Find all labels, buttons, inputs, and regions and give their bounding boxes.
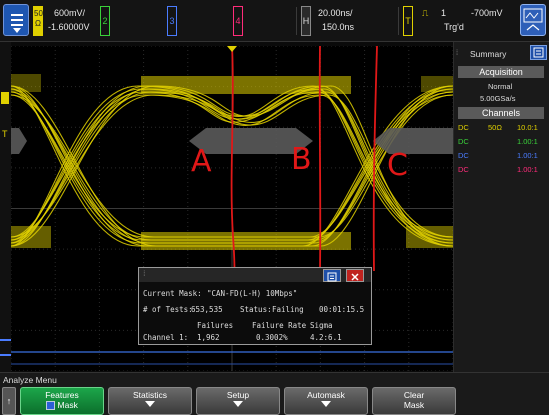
- list-icon: [533, 47, 544, 58]
- trigger-source[interactable]: 1: [441, 8, 446, 18]
- top-status-bar: 50 Ω 600mV/ -1.60000V 2 3 4 H 20.00ns/ 1…: [0, 0, 549, 42]
- mask-region-edge: [11, 128, 27, 154]
- eye-bottom-right-band: [406, 226, 453, 248]
- channel-4-probe-ratio: 1.00:1: [517, 165, 538, 174]
- elapsed-time: 00:01:15.5: [319, 305, 365, 314]
- list-icon: [327, 272, 337, 282]
- trigger-edge-icon: ⎍: [422, 8, 429, 18]
- drag-handle-icon[interactable]: ⁞: [142, 269, 147, 279]
- softkey-features-label: Features: [45, 390, 79, 400]
- dialog-titlebar[interactable]: ⁞: [139, 268, 371, 282]
- channel-row-label: Channel 1:: [143, 333, 189, 342]
- sigma-value: 4.2:6.1: [310, 333, 342, 342]
- channel-1-probe-ratio: 10.0:1: [517, 123, 538, 132]
- drag-handle-icon[interactable]: ⁞: [456, 48, 458, 57]
- acquisition-mode: Normal: [488, 82, 513, 91]
- softkey-features-value: Mask: [57, 400, 78, 410]
- channel-3-coupling: DC: [458, 151, 469, 160]
- submenu-arrow-icon: [145, 401, 155, 407]
- time-scale[interactable]: 20.00ns/: [318, 8, 353, 18]
- current-mask-label: Current Mask:: [143, 289, 202, 298]
- status-value: Failing: [272, 305, 304, 314]
- trigger-indicator[interactable]: T: [403, 6, 413, 36]
- channel-1-scale[interactable]: 600mV/: [54, 8, 85, 18]
- horizontal-indicator[interactable]: H: [301, 6, 311, 36]
- softkey-statistics-label: Statistics: [132, 390, 167, 400]
- acquisition-section-title: Acquisition: [458, 66, 544, 78]
- channel-1-impedance-setting: 50Ω: [488, 123, 502, 132]
- softkey-automask[interactable]: Automask: [284, 387, 368, 415]
- time-delay[interactable]: 150.0ns: [322, 22, 354, 32]
- dialog-close-button[interactable]: [346, 269, 364, 282]
- channels-section-title: Channels: [458, 107, 544, 119]
- softkey-clear-label: Clear: [403, 390, 425, 400]
- softkey-features[interactable]: Features Mask: [20, 387, 104, 415]
- softkey-statistics[interactable]: Statistics: [108, 387, 192, 415]
- trigger-status: Trg'd: [444, 22, 464, 32]
- failure-rate-column-header: Failure Rate: [252, 321, 307, 330]
- sigma-column-header: Sigma: [310, 321, 333, 330]
- failure-rate-value: 0.3002%: [256, 333, 288, 342]
- annotation-label-a: A: [191, 144, 212, 179]
- failures-value: 1,962: [197, 333, 220, 342]
- eye-top-right-band: [421, 76, 453, 92]
- submenu-arrow-icon: [233, 401, 243, 407]
- left-marker-rail: T: [0, 42, 11, 372]
- softkey-setup[interactable]: Setup: [196, 387, 280, 415]
- menu-title: Analyze Menu: [3, 375, 57, 385]
- right-info-panel: ⁞ Summary Acquisition Normal 5.00GSa/s C…: [453, 42, 549, 372]
- back-button[interactable]: ↑: [2, 387, 16, 415]
- channel-1-impedance: 50 Ω: [34, 9, 43, 28]
- tests-label: # of Tests:: [143, 305, 193, 314]
- eye-bottom-left-band: [11, 226, 51, 248]
- channel-3-probe-ratio: 1.00:1: [517, 151, 538, 160]
- channel-4-coupling: DC: [458, 165, 469, 174]
- annotation-label-c: C: [387, 148, 408, 183]
- waveform-screen-icon: [523, 8, 543, 31]
- display-settings-button[interactable]: [520, 4, 546, 36]
- eye-top-left-band: [11, 74, 41, 92]
- channel-2-coupling: DC: [458, 137, 469, 146]
- checkbox-checked-icon: [46, 401, 56, 411]
- channel-2-probe-ratio: 1.00:1: [517, 137, 538, 146]
- annotation-line-b: [318, 46, 322, 272]
- trigger-level[interactable]: -700mV: [471, 8, 503, 18]
- back-arrow-icon: ↑: [6, 396, 12, 406]
- main-menu-button[interactable]: [3, 4, 29, 36]
- panel-menu-button[interactable]: [530, 45, 547, 60]
- sample-rate: 5.00GSa/s: [480, 94, 516, 103]
- channel-1-coupling: DC: [458, 123, 469, 132]
- softkey-clear-value: Mask: [403, 400, 425, 410]
- summary-header[interactable]: ⁞ Summary: [454, 44, 549, 62]
- trigger-level-marker: T: [2, 129, 8, 139]
- channel-1-offset[interactable]: -1.60000V: [48, 22, 90, 32]
- mask-region-right: [373, 128, 453, 154]
- close-icon: [351, 273, 359, 281]
- summary-title: Summary: [470, 49, 507, 59]
- current-mask-name: "CAN-FD(L-H) 10Mbps": [207, 289, 298, 298]
- annotation-label-b: B: [291, 142, 312, 177]
- channel-1-indicator[interactable]: 50 Ω: [33, 6, 43, 36]
- submenu-arrow-icon: [321, 401, 331, 407]
- channel-3-indicator[interactable]: 3: [167, 6, 177, 36]
- trigger-position-marker: [227, 46, 237, 52]
- softkey-automask-label: Automask: [307, 390, 345, 400]
- softkey-clear-mask[interactable]: Clear Mask: [372, 387, 456, 415]
- channel-2-indicator[interactable]: 2: [100, 6, 110, 36]
- channel-4-indicator[interactable]: 4: [233, 6, 243, 36]
- tests-count: 653,535: [191, 305, 223, 314]
- mask-test-dialog[interactable]: ⁞ Current Mask: "CAN-FD(L-H) 10Mbps" # o…: [138, 267, 372, 345]
- dialog-menu-button[interactable]: [323, 269, 341, 282]
- channel-1-ground-marker: [1, 92, 9, 104]
- softkey-setup-label: Setup: [226, 390, 250, 400]
- failures-column-header: Failures: [197, 321, 234, 330]
- softkey-bar: Analyze Menu ↑ Features Mask Statistics …: [0, 372, 549, 415]
- status-label: Status:: [240, 305, 272, 314]
